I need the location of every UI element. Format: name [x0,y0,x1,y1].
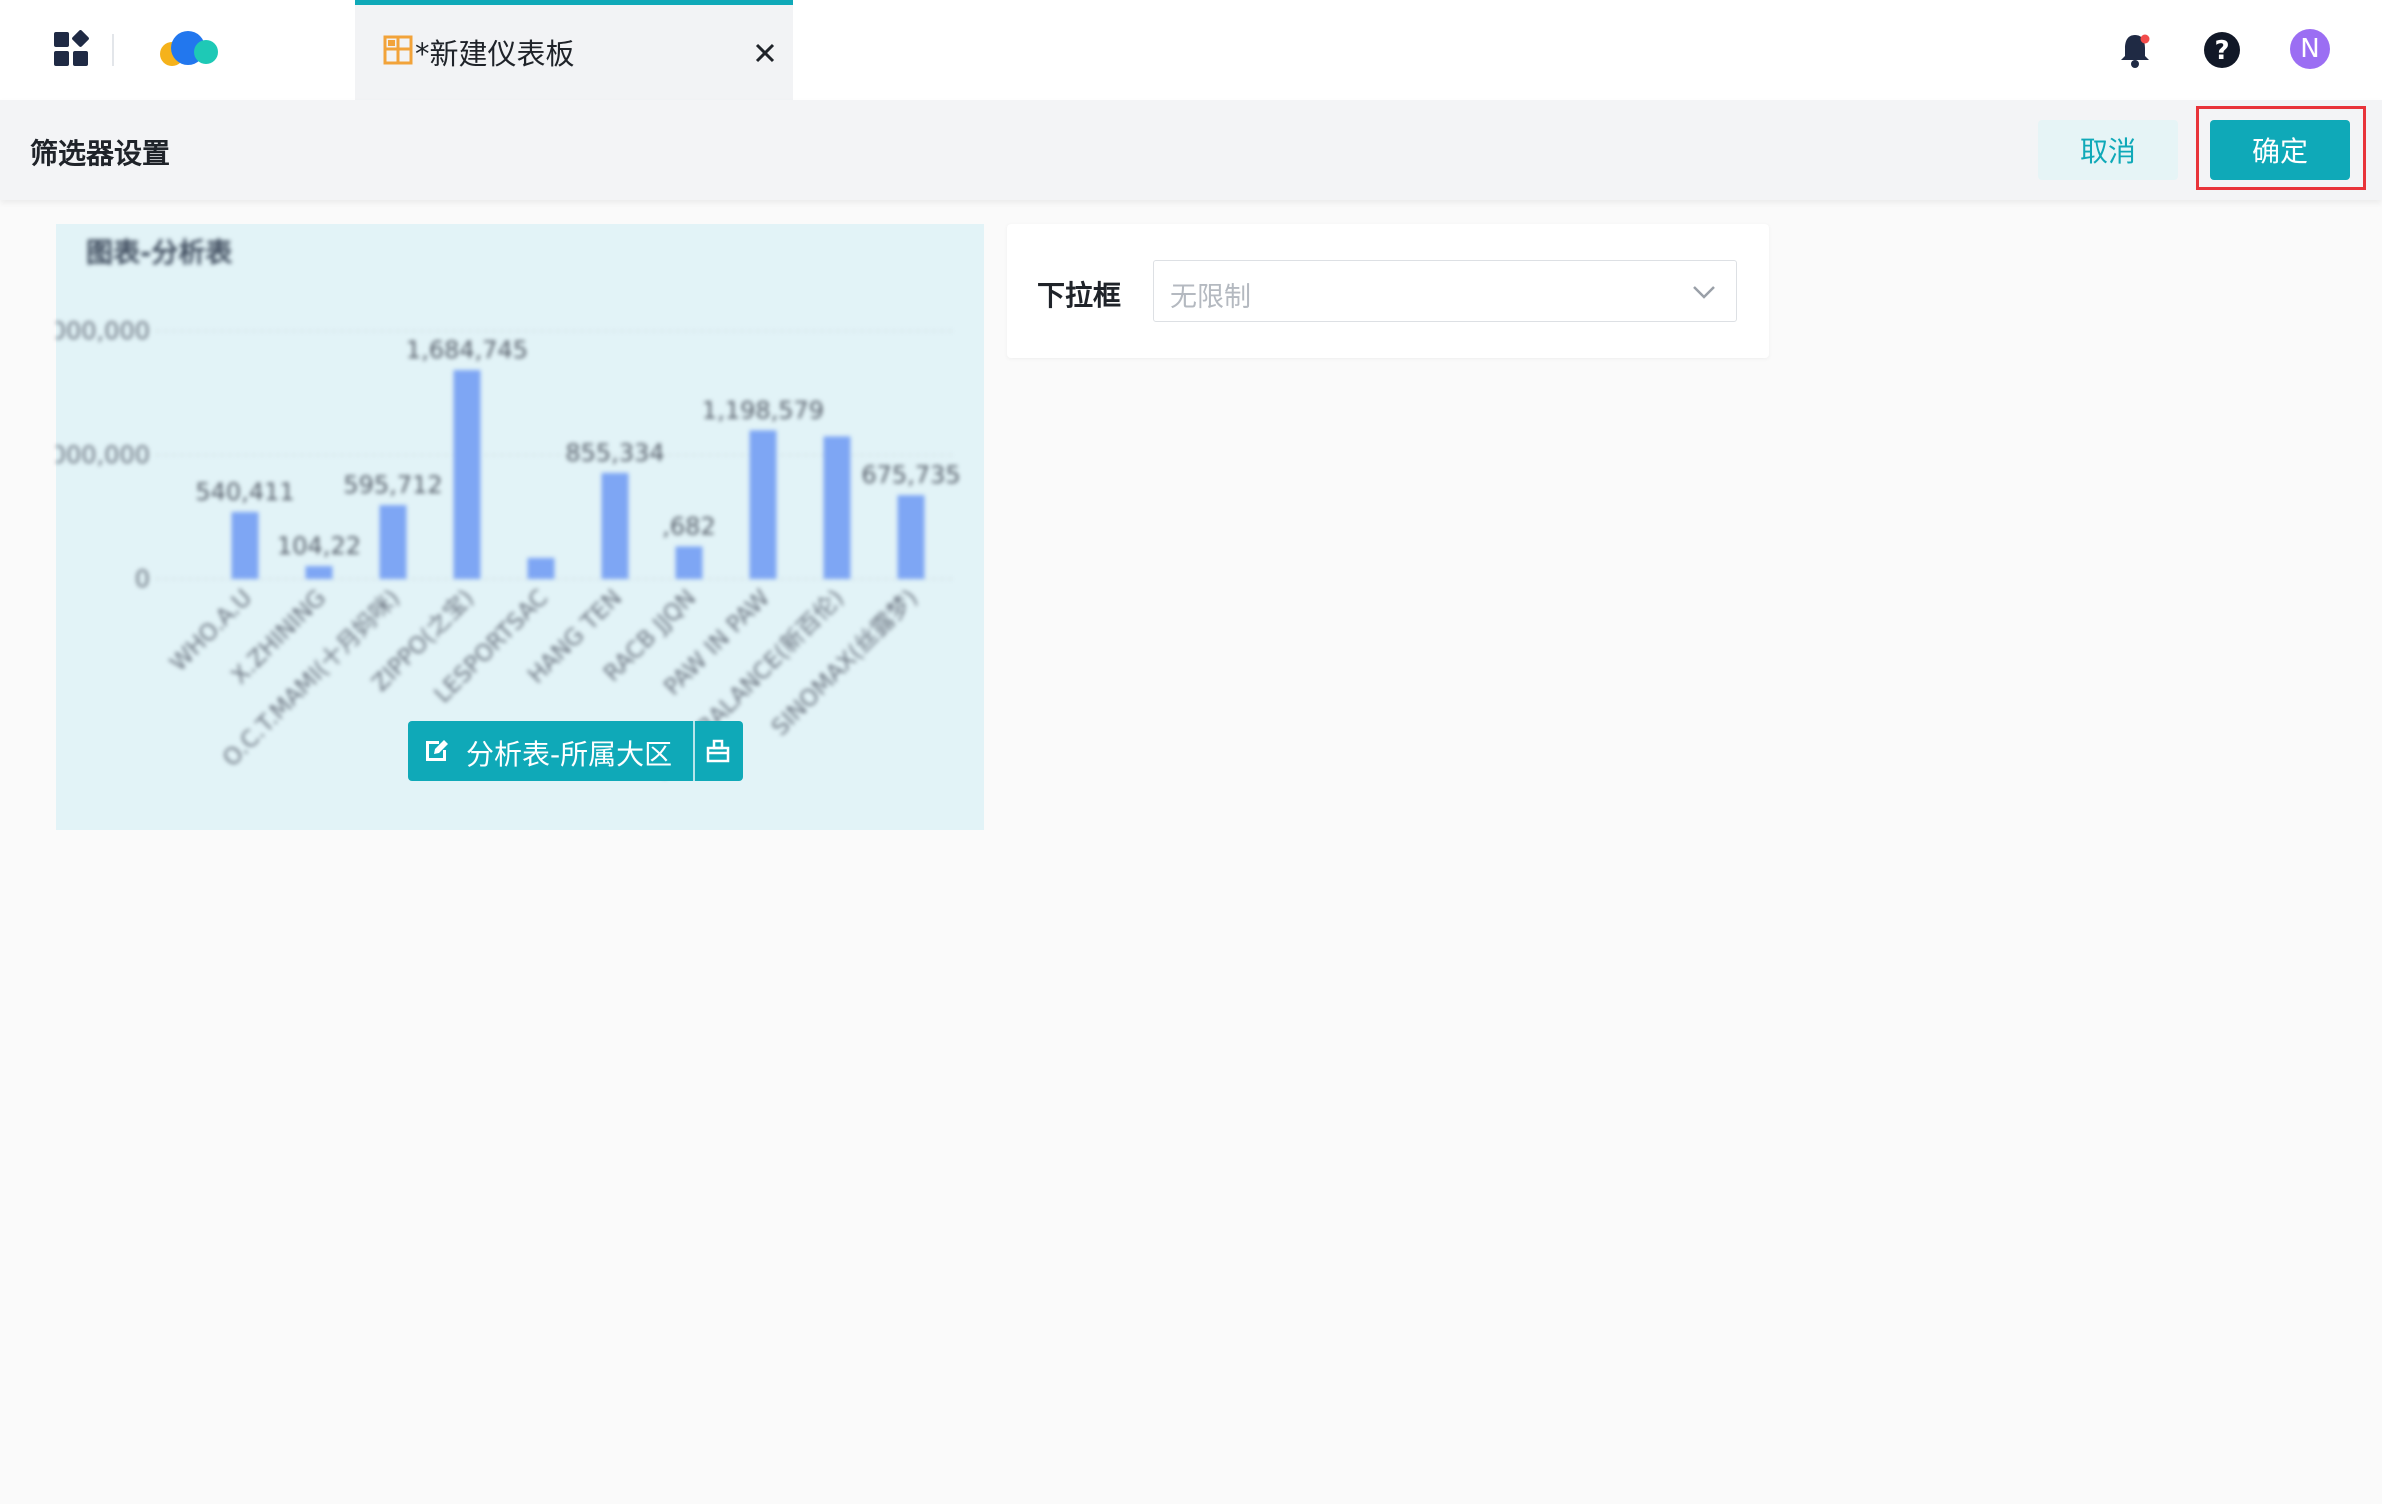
dashboard-icon [383,35,413,65]
filter-panel: 下拉框 无限制 [1007,224,1769,358]
bar [675,546,703,579]
bar [601,472,629,579]
data-label: 855,334 [565,439,664,467]
bar [749,430,777,579]
close-icon[interactable] [747,35,783,71]
bell-icon[interactable] [2115,30,2155,70]
data-label: 595,712 [343,471,442,499]
chart-title: 图表-分析表 [86,238,232,269]
chevron-down-icon[interactable] [1690,279,1718,305]
y-tick-label: 0 [135,565,150,593]
dropdown-select[interactable]: 无限制 [1153,260,1737,322]
bar [823,436,851,579]
apps-grid-icon[interactable] [52,30,92,70]
clear-filter-icon[interactable] [704,737,732,765]
page-title: 筛选器设置 [30,137,171,170]
data-label: ,682 [662,512,715,540]
avatar[interactable]: N [2290,29,2330,69]
help-icon[interactable]: ? [2202,30,2242,70]
filter-settings-header: 筛选器设置 [0,100,2382,200]
pill-separator [693,721,695,781]
chart-source-pill[interactable]: 分析表-所属大区 [408,721,743,781]
data-label: 1,198,579 [702,396,824,424]
topbar-divider [112,34,114,66]
cloud-logo-icon[interactable] [158,26,222,70]
tab-label: *新建仪表板 [415,37,575,71]
chart-panel[interactable]: 图表-分析表 0 1,000,000 2,000,000 540,411 104,22… [56,224,984,830]
y-tick-label: 1,000,000 [56,441,150,469]
data-label: 540,411 [195,478,294,506]
svg-text:?: ? [2214,36,2229,66]
dropdown-value: 无限制 [1170,282,1251,313]
bar [527,557,555,579]
x-tick-label: SINOMAX(丝露梦) [767,585,923,741]
tab-new-dashboard[interactable]: *新建仪表板 [355,0,793,100]
data-label: 104,22 [277,532,361,560]
bar [379,505,407,579]
bar [453,370,481,579]
chart-source-label: 分析表-所属大区 [466,738,673,771]
bar [305,566,333,579]
data-label: 675,735 [861,461,960,489]
bar [897,495,925,579]
data-label: 1,684,745 [406,336,528,364]
top-bar: *新建仪表板 ? N [0,0,2382,100]
confirm-button[interactable]: 确定 [2210,120,2350,180]
filter-label: 下拉框 [1037,279,1122,312]
cancel-button[interactable]: 取消 [2038,120,2178,180]
y-tick-label: 2,000,000 [56,317,150,345]
edit-icon[interactable] [422,737,450,765]
bar [231,511,259,579]
